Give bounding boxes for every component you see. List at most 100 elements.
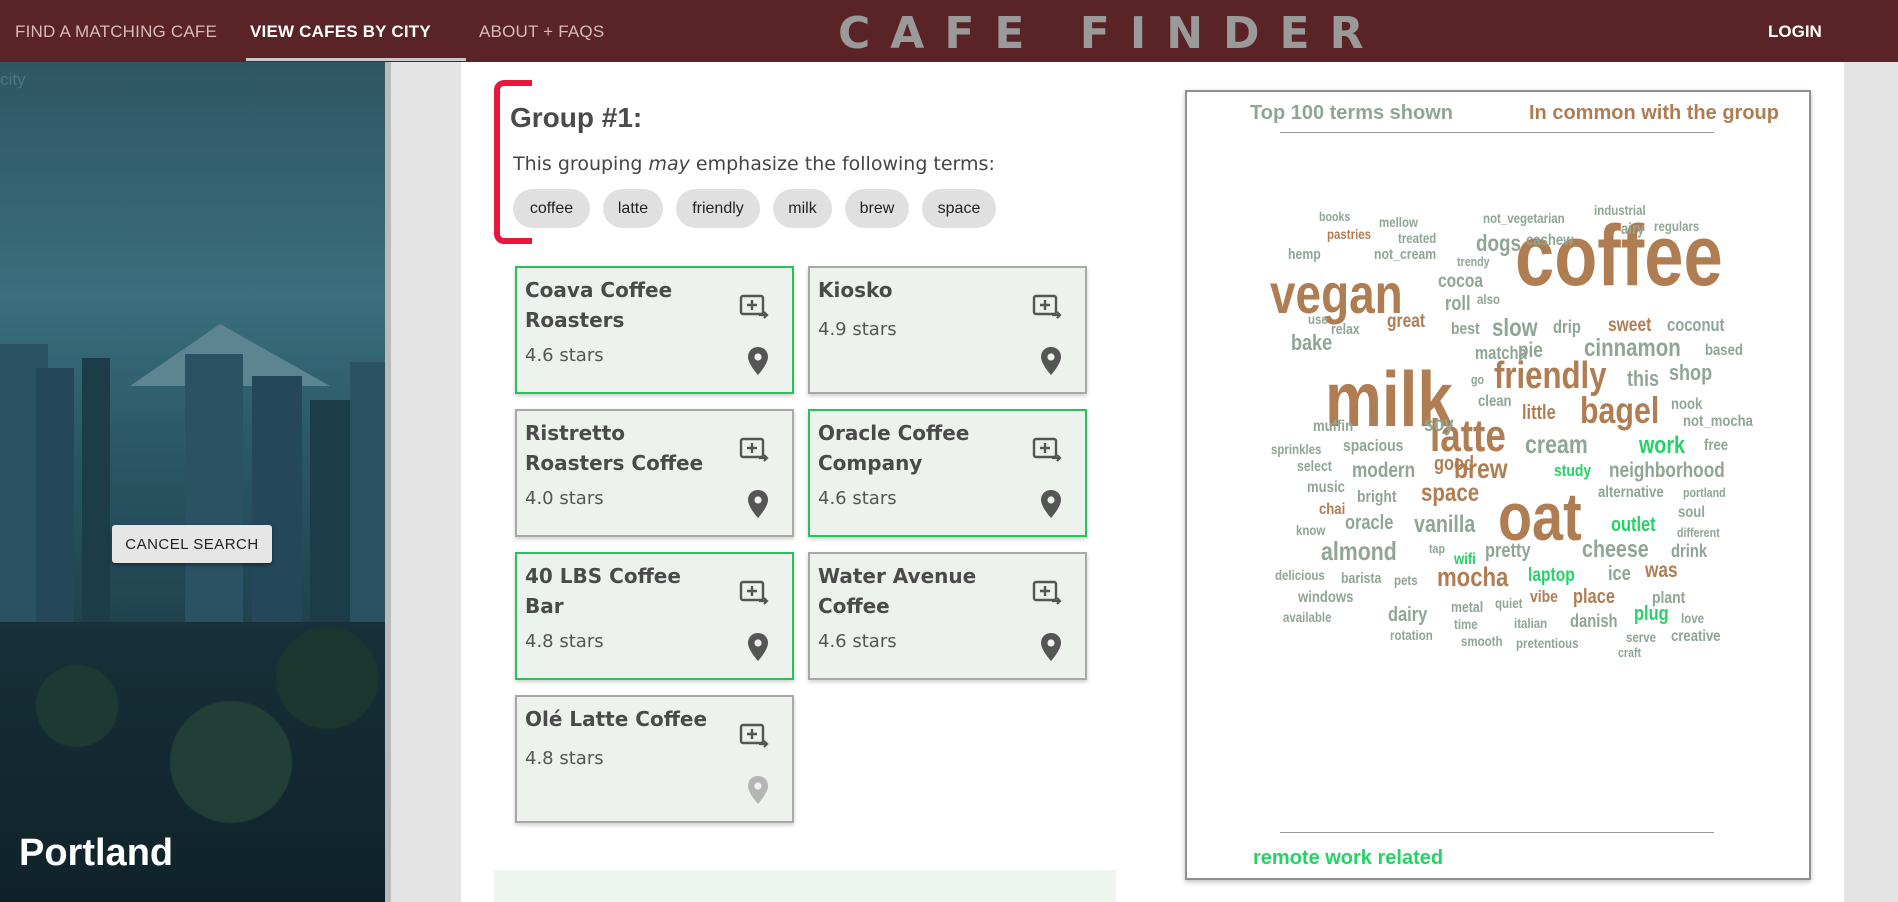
cloud-word: go bbox=[1471, 372, 1485, 387]
cloud-word: treated bbox=[1398, 230, 1437, 246]
cloud-word: not_cream bbox=[1374, 246, 1437, 263]
cloud-word: chai bbox=[1319, 501, 1346, 518]
cloud-word: regulars bbox=[1654, 218, 1700, 234]
cloud-header-right: In common with the group bbox=[1529, 102, 1779, 124]
cloud-word: sweet bbox=[1608, 315, 1652, 336]
cloud-word: neighborhood bbox=[1609, 459, 1725, 482]
cafe-card[interactable]: Coava Coffee Roasters 4.6 stars bbox=[515, 266, 794, 394]
cloud-word: available bbox=[1283, 609, 1332, 625]
term-chip[interactable]: friendly bbox=[676, 189, 760, 228]
add-to-list-icon[interactable] bbox=[739, 579, 771, 607]
add-to-list-icon[interactable] bbox=[1032, 293, 1064, 321]
term-chip[interactable]: latte bbox=[603, 189, 663, 228]
cloud-word: work bbox=[1639, 432, 1685, 459]
top-nav-bar: FIND A MATCHING CAFE VIEW CAFES BY CITY … bbox=[0, 0, 1898, 62]
cloud-word: was bbox=[1645, 559, 1678, 582]
location-pin-icon[interactable] bbox=[747, 489, 769, 519]
building-shape bbox=[350, 362, 385, 652]
cloud-word: italian bbox=[1514, 615, 1548, 631]
cloud-word: study bbox=[1554, 461, 1592, 480]
cloud-word: drip bbox=[1553, 317, 1581, 337]
cloud-word: plug bbox=[1634, 603, 1669, 625]
cloud-word: music bbox=[1307, 479, 1345, 496]
cafe-card[interactable]: Oracle Coffee Company 4.6 stars bbox=[808, 409, 1087, 537]
cloud-word: quiet bbox=[1495, 595, 1523, 611]
cafe-card[interactable]: Water Avenue Coffee 4.6 stars bbox=[808, 552, 1087, 680]
location-pin-icon[interactable] bbox=[747, 632, 769, 662]
cloud-word: tap bbox=[1429, 541, 1445, 556]
add-to-list-icon[interactable] bbox=[1032, 436, 1064, 464]
cloud-word: select bbox=[1297, 458, 1332, 475]
cloud-word: nook bbox=[1671, 396, 1703, 413]
nav-find-matching-cafe[interactable]: FIND A MATCHING CAFE bbox=[15, 22, 217, 42]
cafe-card[interactable]: 40 LBS Coffee Bar 4.8 stars bbox=[515, 552, 794, 680]
term-chip[interactable]: milk bbox=[773, 189, 832, 228]
cloud-word: hemp bbox=[1288, 246, 1321, 263]
cloud-word: time bbox=[1454, 616, 1478, 632]
active-nav-underline bbox=[246, 58, 466, 61]
cloud-word: drink bbox=[1671, 541, 1708, 561]
cloud-word: bright bbox=[1357, 487, 1397, 506]
cafe-rating: 4.6 stars bbox=[818, 631, 897, 652]
cloud-word: portland bbox=[1683, 485, 1726, 500]
location-pin-icon[interactable] bbox=[1040, 346, 1062, 376]
cloud-word: delicious bbox=[1275, 567, 1325, 583]
cloud-word: vibe bbox=[1530, 587, 1558, 606]
location-pin-icon bbox=[747, 775, 769, 805]
add-to-list-icon[interactable] bbox=[739, 293, 771, 321]
cloud-word: windows bbox=[1298, 589, 1354, 606]
cloud-word: great bbox=[1387, 311, 1426, 332]
next-group-strip bbox=[494, 870, 1116, 902]
cafe-card[interactable]: Ristretto Roasters Coffee 4.0 stars bbox=[515, 409, 794, 537]
cloud-word: good bbox=[1434, 453, 1475, 475]
cloud-word: industrial bbox=[1594, 202, 1646, 218]
cloud-word: clean bbox=[1478, 393, 1512, 410]
cloud-word: dairy bbox=[1388, 604, 1428, 626]
cloud-word: soy bbox=[1424, 413, 1454, 436]
cafe-name: Oracle Coffee Company bbox=[818, 421, 970, 475]
cloud-word: wifi bbox=[1454, 551, 1476, 568]
building-shape bbox=[252, 376, 302, 656]
cloud-word: craft bbox=[1618, 645, 1642, 660]
location-pin-icon[interactable] bbox=[1040, 489, 1062, 519]
cloud-word: plant bbox=[1652, 588, 1686, 607]
nav-view-cafes-by-city[interactable]: VIEW CAFES BY CITY bbox=[250, 22, 431, 42]
cafe-card[interactable]: Olé Latte Coffee 4.8 stars bbox=[515, 695, 794, 823]
cloud-word: oracle bbox=[1345, 512, 1394, 534]
cloud-word: roll bbox=[1445, 293, 1471, 315]
cafe-name: Water Avenue Coffee bbox=[818, 564, 977, 618]
add-to-list-icon[interactable] bbox=[739, 436, 771, 464]
cloud-word: outlet bbox=[1611, 514, 1656, 536]
term-chip[interactable]: space bbox=[922, 189, 996, 228]
cafe-name: Ristretto Roasters Coffee bbox=[525, 421, 704, 475]
cloud-word: this bbox=[1627, 366, 1660, 391]
group-subtitle-after: emphasize the following terms: bbox=[689, 153, 995, 175]
term-chip[interactable]: coffee bbox=[513, 189, 590, 228]
cloud-word: smooth bbox=[1461, 633, 1503, 649]
login-link[interactable]: LOGIN bbox=[1768, 22, 1822, 42]
cloud-word: bagel bbox=[1580, 390, 1660, 431]
term-chip[interactable]: brew bbox=[845, 189, 909, 228]
cloud-word: pretentious bbox=[1516, 635, 1579, 651]
building-shape bbox=[185, 354, 243, 654]
city-search-placeholder[interactable]: city bbox=[0, 70, 26, 90]
cloud-word: cocoa bbox=[1438, 271, 1484, 292]
panel-divider bbox=[385, 62, 391, 902]
nav-about-faqs[interactable]: ABOUT + FAQS bbox=[479, 22, 604, 42]
city-name: Portland bbox=[19, 832, 174, 874]
cloud-word: little bbox=[1522, 402, 1556, 424]
cloud-divider-top bbox=[1280, 132, 1714, 133]
group-subtitle: This grouping may emphasize the followin… bbox=[513, 153, 995, 175]
cloud-word: rotation bbox=[1390, 627, 1433, 643]
cloud-word: pastries bbox=[1327, 226, 1372, 242]
group-subtitle-emphasis: may bbox=[648, 153, 690, 175]
cafe-rating: 4.8 stars bbox=[525, 748, 604, 769]
location-pin-icon[interactable] bbox=[747, 346, 769, 376]
cloud-word: coconut bbox=[1667, 315, 1725, 335]
add-to-list-icon[interactable] bbox=[739, 722, 771, 750]
cafe-card[interactable]: Kiosko 4.9 stars bbox=[808, 266, 1087, 394]
cloud-word: mocha bbox=[1437, 562, 1509, 592]
cancel-search-button[interactable]: CANCEL SEARCH bbox=[112, 525, 272, 563]
location-pin-icon[interactable] bbox=[1040, 632, 1062, 662]
add-to-list-icon[interactable] bbox=[1032, 579, 1064, 607]
